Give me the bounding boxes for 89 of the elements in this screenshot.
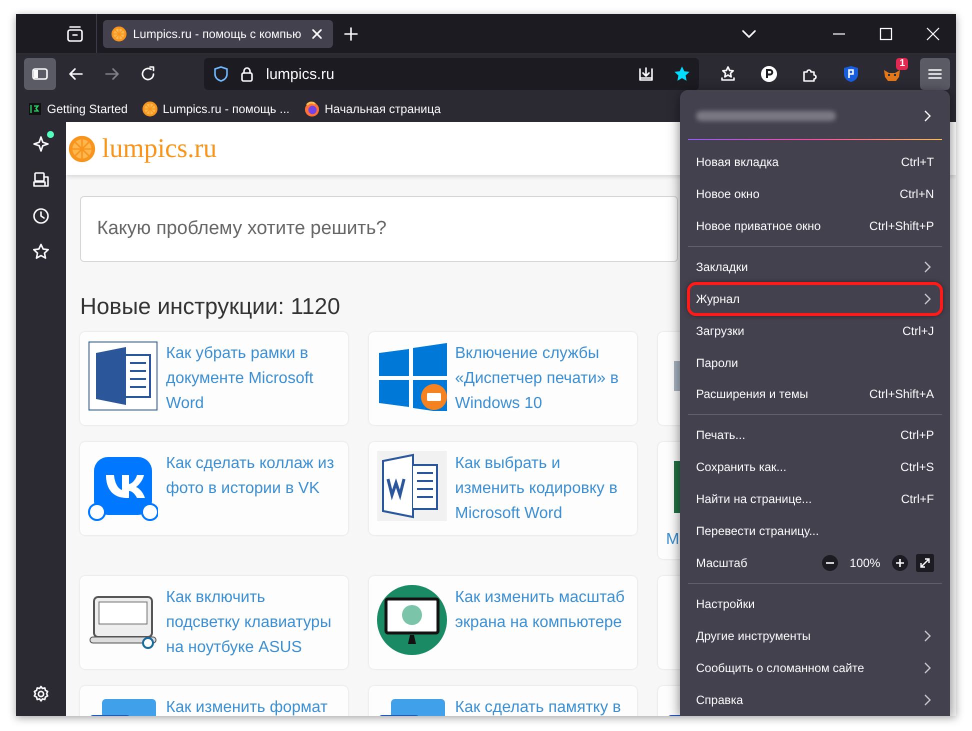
terminal-icon <box>28 102 42 116</box>
section-heading: Новые инструкции: 1120 <box>80 292 340 320</box>
fullscreen-button[interactable] <box>916 554 934 572</box>
menu-item[interactable]: Настройки <box>688 588 942 620</box>
citrus-slice-icon <box>111 26 127 42</box>
menu-item-label: Журнал <box>696 292 741 306</box>
bookmark-link[interactable]: Getting Started <box>24 100 132 118</box>
menu-item[interactable]: Печать... Ctrl+P <box>688 419 942 452</box>
bookmark-link[interactable]: Начальная страница <box>300 98 445 118</box>
minimize-icon <box>832 32 844 34</box>
history-icon <box>31 206 51 226</box>
menu-item[interactable]: Найти на странице... Ctrl+F <box>688 483 942 516</box>
citrus-slice-icon <box>142 100 158 116</box>
menu-item[interactable]: Расширения и темы Ctrl+Shift+A <box>688 378 942 410</box>
menu-item-label: Закладки <box>696 260 749 274</box>
menu-item-label: Загрузки <box>696 324 746 338</box>
submenu-item[interactable]: Закладки <box>688 250 942 283</box>
expand-arrows-icon <box>919 557 931 570</box>
menu-item-label: Новая вкладка <box>696 154 780 169</box>
menu-item[interactable]: Перевести страницу... <box>688 515 942 548</box>
close-icon <box>924 26 940 42</box>
bookmark-link[interactable]: Lumpics.ru - помощь ... <box>138 98 294 118</box>
shield-icon <box>842 65 860 83</box>
plus-icon <box>343 26 359 42</box>
address-bar[interactable]: lumpics.ru <box>204 58 699 90</box>
menu-item-label: Сохранить как... <box>696 460 788 474</box>
synced-devices-icon <box>31 170 51 190</box>
toolbar-button[interactable]: 1 <box>874 58 910 90</box>
star-icon <box>31 242 51 262</box>
sidebar-icon <box>31 65 49 83</box>
notification-badge: 1 <box>896 58 908 70</box>
menu-item-label: Найти на странице... <box>696 492 813 506</box>
menu-item[interactable]: Загрузки Ctrl+J <box>688 314 942 347</box>
article-thumbnail <box>377 341 447 411</box>
browser-tab[interactable]: Lumpics.ru - помощь с компью <box>103 20 333 48</box>
menu-item-label: Пароли <box>696 356 740 370</box>
shield-icon <box>212 65 230 83</box>
article-thumbnail <box>377 451 447 521</box>
reload-icon <box>139 65 157 83</box>
p-circle-icon <box>760 65 778 83</box>
lock-icon <box>238 65 256 83</box>
menu-item-label: Сообщить о сломанном сайте <box>696 660 866 675</box>
star-tray-icon <box>719 65 737 83</box>
shortcut-text: Ctrl+N <box>900 186 934 201</box>
shortcut-text: Ctrl+P <box>900 428 934 442</box>
shortcut-text: Ctrl+Shift+P <box>869 218 934 233</box>
submenu-item[interactable]: Сообщить о сломанном сайте <box>688 652 942 684</box>
submenu-item[interactable]: Другие инструменты <box>688 620 942 652</box>
shortcut-text: Ctrl+S <box>900 460 934 474</box>
article-thumbnail <box>377 585 447 655</box>
shortcut-text: Ctrl+J <box>902 324 934 338</box>
menu-item-label: Масштаб <box>696 556 748 570</box>
back-arrow-icon <box>67 65 85 83</box>
menu-item[interactable]: Новое приватное окно Ctrl+Shift+P <box>688 210 942 242</box>
menu-item-label: Другие инструменты <box>696 629 812 644</box>
maximize-icon <box>878 26 894 42</box>
close-icon <box>311 28 323 40</box>
minus-icon <box>821 554 839 572</box>
sparkle-icon <box>31 134 51 154</box>
search-field[interactable]: Какую проблему хотите решить? <box>80 196 678 262</box>
url-text: lumpics.ru <box>266 66 334 82</box>
tabs-icon <box>66 24 84 42</box>
shortcut-text: Ctrl+T <box>901 154 934 169</box>
plus-icon <box>891 554 909 572</box>
tab-title: Lumpics.ru - помощь с компью <box>133 26 301 40</box>
submenu-item[interactable]: Журнал <box>688 282 942 315</box>
menu-item-label: Расширения и темы <box>696 387 810 402</box>
menu-item[interactable]: Новая вкладка Ctrl+T <box>688 146 942 178</box>
menu-item-label: Печать... <box>696 428 746 442</box>
shortcut-text: Ctrl+F <box>901 492 934 506</box>
sidebar-toggle-button[interactable] <box>24 58 56 90</box>
menu-item[interactable]: Пароли <box>688 346 942 378</box>
download-icon <box>637 65 655 83</box>
submenu-item[interactable]: Справка <box>688 684 942 716</box>
menu-item-label: Настройки <box>696 597 756 612</box>
settings-icon <box>31 684 51 704</box>
menu-item[interactable]: Сохранить как... Ctrl+S <box>688 451 942 484</box>
shortcut-text: Ctrl+Shift+A <box>869 387 934 402</box>
zoom-level-text: 100% <box>848 556 882 570</box>
citrus-slice-icon <box>68 134 96 162</box>
menu-item-label: Перевести страницу... <box>696 524 820 538</box>
forward-arrow-icon <box>103 65 121 83</box>
firefox-icon <box>304 100 320 116</box>
menu-item-label: Справка <box>696 692 744 707</box>
menu-item-label: Новое приватное окно <box>696 218 822 233</box>
article-thumbnail <box>88 341 158 411</box>
menu-button[interactable] <box>920 58 950 90</box>
menu-item[interactable]: Новое окно Ctrl+N <box>688 178 942 210</box>
menu-item-label: Новое окно <box>696 186 760 201</box>
